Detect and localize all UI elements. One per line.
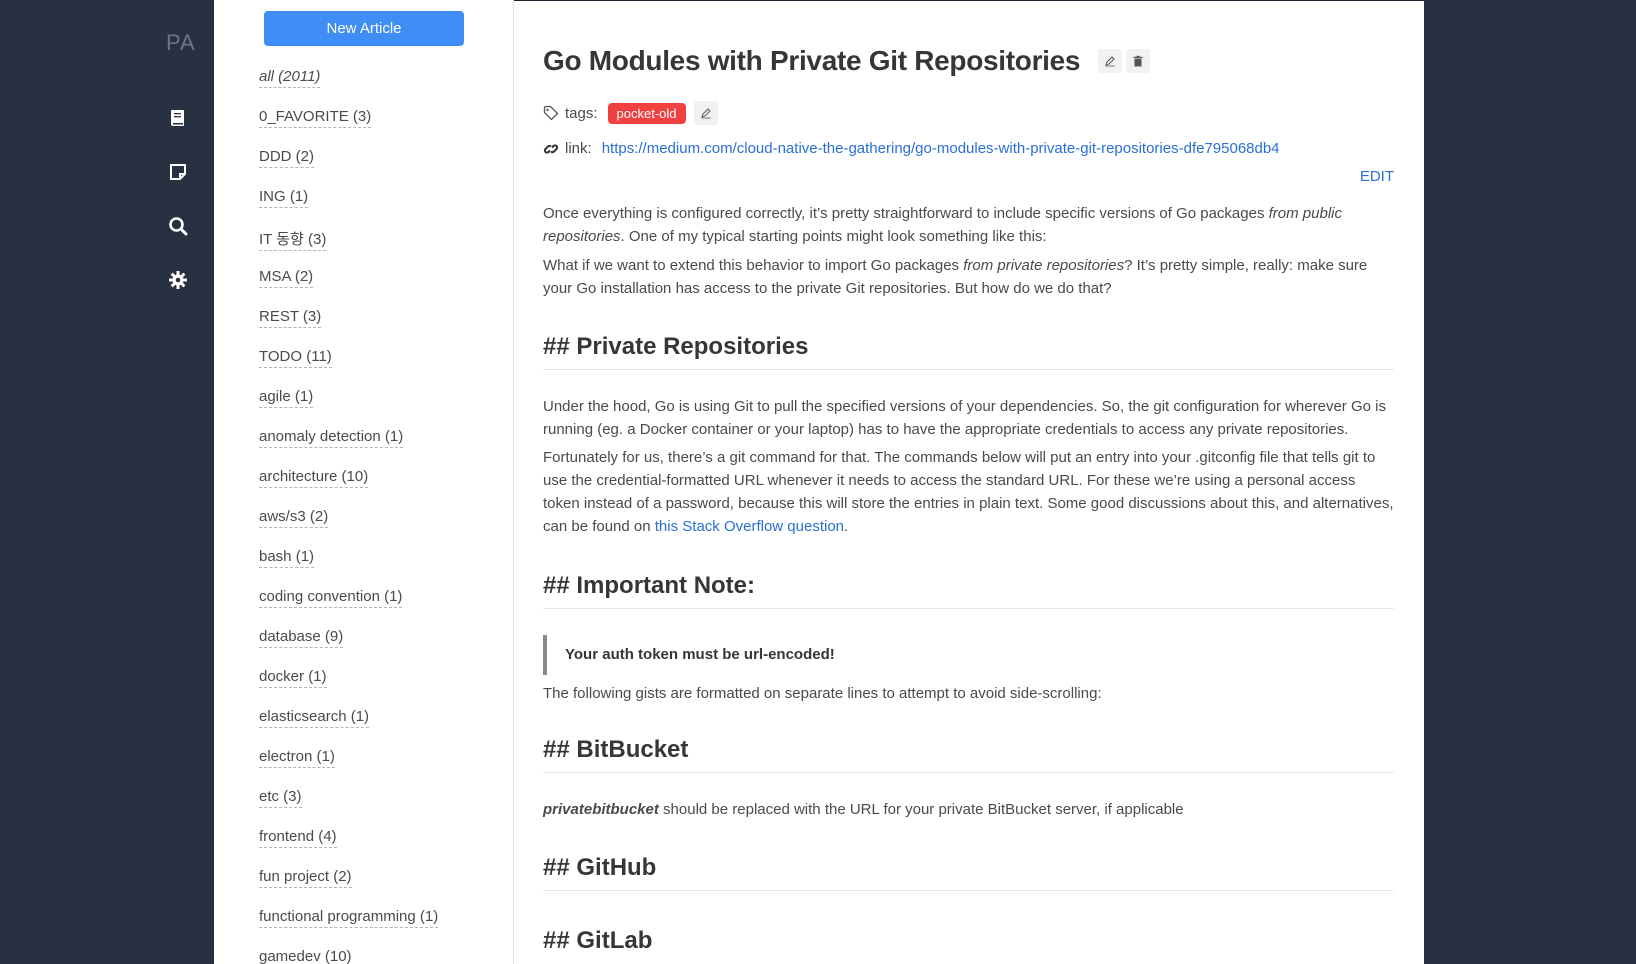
edit-title-button[interactable] <box>1098 49 1123 73</box>
link-row: link: https://medium.com/cloud-native-th… <box>543 140 1280 157</box>
tag-link[interactable]: functional programming (1) <box>259 908 439 928</box>
tag-link[interactable]: REST (3) <box>259 308 322 328</box>
tag-link[interactable]: frontend (4) <box>259 828 337 848</box>
paragraph: Fortunately for us, there’s a git comman… <box>543 446 1394 538</box>
icon-rail: PA <box>0 0 214 964</box>
tag-link[interactable]: gamedev (10) <box>259 948 352 964</box>
pencil-icon <box>1105 56 1115 67</box>
tag-link[interactable]: anomaly detection (1) <box>259 428 404 448</box>
gear-icon[interactable] <box>168 270 190 292</box>
text-emphasis: privatebitbucket <box>543 801 659 818</box>
tag-link[interactable]: architecture (10) <box>259 468 369 488</box>
text-span: What if we want to extend this behavior … <box>543 257 964 274</box>
note-icon[interactable] <box>168 162 190 184</box>
tag-link[interactable]: etc (3) <box>259 788 302 808</box>
tag-link[interactable]: fun project (2) <box>259 868 352 888</box>
tag-link[interactable]: DDD (2) <box>259 148 314 168</box>
article-panel: Go Modules with Private Git Repositories… <box>514 0 1424 964</box>
tag-link[interactable]: docker (1) <box>259 668 327 688</box>
tag-link[interactable]: all (2011) <box>259 68 321 88</box>
section-heading: ## Private Repositories <box>543 333 1394 370</box>
right-margin <box>1424 0 1636 964</box>
blockquote: Your auth token must be url-encoded! <box>543 635 1394 675</box>
section-heading: ## BitBucket <box>543 736 1394 773</box>
book-icon[interactable] <box>168 108 190 130</box>
link-icon <box>543 143 559 154</box>
text-span: should be replaced with the URL for your… <box>658 801 1184 818</box>
tag-sidebar: New Article all (2011) 0_FAVORITE (3) DD… <box>214 0 514 964</box>
tag-link[interactable]: aws/s3 (2) <box>259 508 329 528</box>
tag-link[interactable]: bash (1) <box>259 548 315 568</box>
tag-link[interactable]: elasticsearch (1) <box>259 708 370 728</box>
paragraph: Once everything is configured correctly,… <box>543 202 1394 248</box>
paragraph: What if we want to extend this behavior … <box>543 254 1394 300</box>
stack-overflow-link[interactable]: this Stack Overflow question <box>655 518 844 535</box>
edit-tags-button[interactable] <box>693 101 718 125</box>
pencil-icon <box>700 108 711 119</box>
edit-button[interactable]: EDIT <box>1360 168 1394 185</box>
paragraph: The following gists are formatted on sep… <box>543 685 1102 702</box>
tag-link[interactable]: MSA (2) <box>259 268 314 288</box>
section-heading: ## GitHub <box>543 854 1394 891</box>
tag-link[interactable]: electron (1) <box>259 748 335 768</box>
paragraph: Under the hood, Go is using Git to pull … <box>543 398 1386 438</box>
tag-link[interactable]: IT 동향 (3) <box>259 231 327 251</box>
text-emphasis: from private repositories <box>963 257 1125 274</box>
tag-link[interactable]: 0_FAVORITE (3) <box>259 108 372 128</box>
search-icon[interactable] <box>168 216 190 238</box>
section-heading: ## Important Note: <box>543 572 1394 609</box>
delete-article-button[interactable] <box>1126 49 1151 73</box>
trash-icon <box>1133 55 1143 67</box>
tag-link[interactable]: agile (1) <box>259 388 314 408</box>
tag-icon <box>543 105 559 121</box>
new-article-button[interactable]: New Article <box>264 11 464 46</box>
tags-label: tags: <box>565 104 598 122</box>
tag-link[interactable]: coding convention (1) <box>259 588 403 608</box>
tag-link[interactable]: database (9) <box>259 628 344 648</box>
text-span: . <box>844 518 849 535</box>
section-heading: ## GitLab <box>543 927 653 954</box>
article-source-link[interactable]: https://medium.com/cloud-native-the-gath… <box>602 140 1280 157</box>
tag-link[interactable]: TODO (11) <box>259 348 332 368</box>
tag-list: all (2011) 0_FAVORITE (3) DDD (2) ING (1… <box>259 68 439 964</box>
article-title: Go Modules with Private Git Repositories <box>543 45 1081 76</box>
app-logo[interactable]: PA <box>166 30 196 56</box>
paragraph: privatebitbucket should be replaced with… <box>543 798 1394 821</box>
tag-link[interactable]: ING (1) <box>259 188 309 208</box>
link-label: link: <box>565 140 592 157</box>
text-span: . One of my typical starting points migh… <box>620 228 1047 245</box>
tags-row: tags: pocket-old <box>543 101 718 125</box>
tag-badge[interactable]: pocket-old <box>607 102 686 124</box>
text-span: Once everything is configured correctly,… <box>543 205 1269 222</box>
